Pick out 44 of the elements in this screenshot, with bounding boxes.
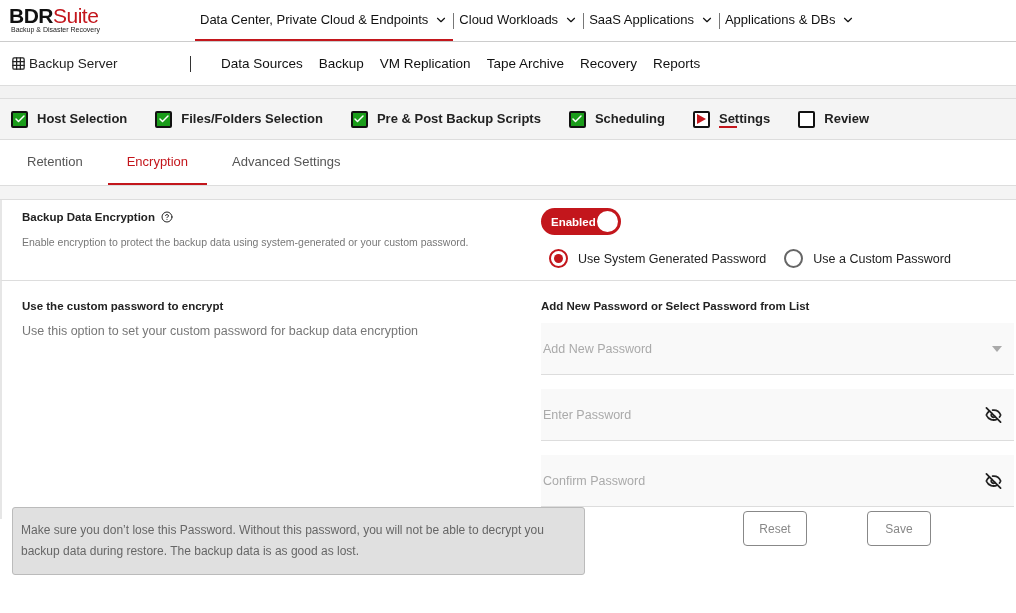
password-field[interactable]: Confirm Password: [541, 455, 1014, 507]
section-description: Enable encryption to protect the backup data using system-generated or your custom password.: [22, 236, 470, 248]
nav-link[interactable]: Recovery: [579, 56, 637, 71]
wizard-step[interactable]: Review: [798, 110, 870, 128]
section-title: Use the custom password to encrypt: [22, 299, 225, 314]
tab[interactable]: Retention: [8, 140, 102, 185]
wizard-step[interactable]: Files/Folders Selection: [155, 110, 323, 128]
hide-password-icon[interactable]: [985, 472, 1002, 490]
checkbox-checked-icon: [11, 110, 28, 128]
radio-button[interactable]: [549, 249, 568, 268]
nav-menu-item[interactable]: Applications & DBs: [719, 0, 861, 41]
action-button[interactable]: Reset: [743, 511, 807, 546]
wizard-step[interactable]: Host Selection: [11, 110, 128, 128]
nav-link[interactable]: VM Replication: [379, 56, 471, 71]
warning-message: Make sure you don’t lose this Password. Without this password, you will not be able to decrypt you backup data during restore. The backup data is as good as lost.: [12, 507, 585, 575]
password-select[interactable]: Add New Password: [541, 323, 1014, 375]
section-description: Use this option to set your custom password for backup data encryption: [22, 324, 420, 338]
checkbox-checked-icon: [155, 110, 173, 128]
wizard-step[interactable]: Scheduling: [568, 110, 665, 128]
nav-link[interactable]: Tape Archive: [486, 56, 564, 71]
nav-menu-item[interactable]: Cloud Workloads: [454, 0, 584, 41]
action-button[interactable]: Save: [867, 511, 931, 546]
nav-link[interactable]: Data Sources: [221, 56, 303, 71]
grid-icon: [11, 56, 26, 71]
radio-option[interactable]: Use a Custom Password: [784, 249, 951, 268]
tab[interactable]: Advanced Settings: [213, 140, 360, 185]
nav-menu-item[interactable]: SaaS Applications: [584, 0, 719, 41]
toggle-switch[interactable]: Enabled: [541, 208, 621, 235]
checkbox-checked-icon: [568, 110, 586, 128]
radio-option[interactable]: Use System Generated Password: [549, 249, 767, 268]
radio-button[interactable]: [784, 249, 804, 268]
checkbox-checked-icon: [350, 110, 368, 128]
nav-link[interactable]: Backup: [318, 56, 364, 71]
checkbox-empty-icon: [798, 110, 816, 128]
form-title: Add New Password or Select Password from List: [541, 299, 811, 314]
app-title[interactable]: Backup Server: [0, 56, 190, 71]
play-icon: [692, 110, 710, 128]
wizard-step[interactable]: Pre & Post Backup Scripts: [350, 110, 541, 128]
nav-menu-item[interactable]: Data Center, Private Cloud & Endpoints: [195, 0, 454, 41]
password-field[interactable]: Enter Password: [541, 389, 1014, 441]
hide-password-icon[interactable]: [985, 406, 1002, 424]
help-icon[interactable]: [160, 211, 173, 223]
nav-link[interactable]: Reports: [652, 56, 701, 71]
section-title: Backup Data Encryption: [22, 211, 155, 223]
